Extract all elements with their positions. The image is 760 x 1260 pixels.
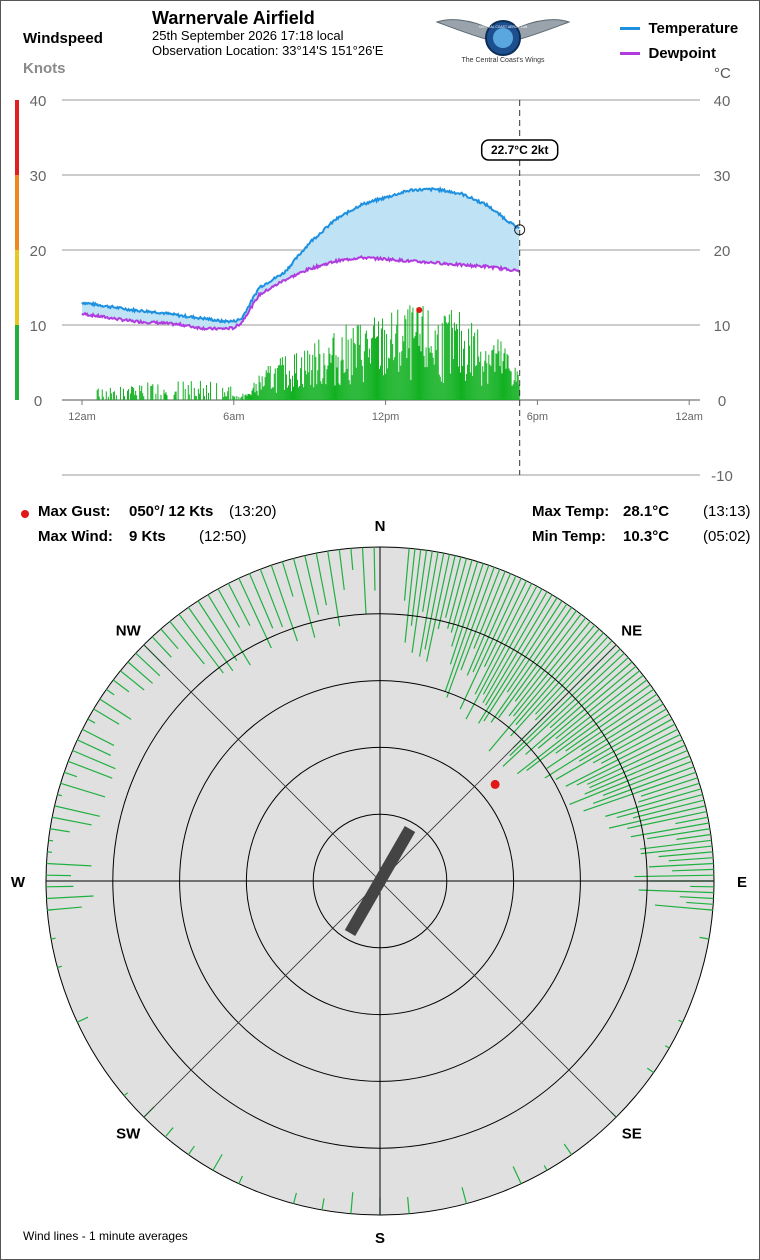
max-wind-value: 9 Kts [129, 528, 166, 545]
right-wing-icon [512, 19, 571, 41]
left-tick-label-4: 40 [30, 93, 47, 110]
speed-band-0 [15, 325, 19, 400]
right-tick-label-4: 0 [718, 393, 726, 410]
max-gust-marker [416, 307, 423, 313]
footer-note: Wind lines - 1 minute averages [23, 1229, 188, 1243]
left-tick-label-0: 0 [34, 393, 42, 410]
max-gust-value: 050°/ 12 Kts [129, 503, 214, 520]
cardinal-label-n: N [375, 518, 386, 535]
weather-chart: 010203040 403020100-1012am 6am 12pm 6pm 12am … [11, 19, 747, 1247]
wind-line-162 [50, 937, 56, 940]
left-tick-label-3: 30 [30, 168, 47, 185]
min-temp-value: 10.3°C [623, 528, 670, 545]
club-logo: CENTRAL COAST AERO CLUB The Central Coas… [435, 19, 571, 64]
left-tick-label-2: 20 [30, 243, 47, 260]
station-title: Warnervale Airfield [152, 8, 315, 28]
logo-ring-text: CENTRAL COAST AERO CLUB [479, 25, 528, 29]
logo-inner-icon [493, 28, 513, 48]
observation-date: 25th September 2026 17:18 local [152, 28, 344, 43]
left-wing-icon [435, 19, 494, 41]
legend-dewpoint-label: Dewpoint [648, 45, 716, 62]
max-gust-dot-icon [20, 509, 30, 519]
dewpoint-swatch [620, 52, 640, 56]
speed-band-2 [15, 175, 19, 250]
max-temp-label: Max Temp: [532, 503, 610, 520]
windspeed-color-bar [15, 100, 19, 400]
legend-temperature-label: Temperature [648, 20, 739, 37]
x-tick-label-2: 12pm [372, 411, 400, 423]
observation-location: Observation Location: 33°14'S 151°26'E [152, 43, 384, 58]
x-tick-label-4: 12am [675, 411, 703, 423]
max-wind-label: Max Wind: [38, 528, 113, 545]
max-gust-label: Max Gust: [38, 503, 111, 520]
legend-temperature: Temperature [620, 20, 738, 38]
right-tick-label-0: 40 [714, 93, 731, 110]
cardinal-label-w: W [11, 874, 26, 891]
cardinal-label-nw: NW [116, 622, 142, 639]
right-tick-label-5: -10 [711, 468, 733, 485]
speed-band-1 [15, 250, 19, 325]
logo-caption: The Central Coast's Wings [461, 57, 545, 64]
cardinal-label-ne: NE [621, 622, 642, 639]
min-temp-time: (05:02) [703, 528, 751, 545]
x-tick-label-3: 6pm [527, 411, 548, 423]
chart-axis-labels: 0 10 20 30 40 40 30 20 10 0 -10 12am 6am 12pm 6pm 12am [30, 93, 733, 485]
max-temp-time: (13:13) [703, 503, 751, 520]
cardinal-label-s: S [375, 1230, 385, 1247]
left-tick-label-1: 10 [30, 318, 47, 335]
min-temp-label: Min Temp: [532, 528, 606, 545]
speed-band-3 [15, 100, 19, 175]
max-gust-time: (13:20) [229, 503, 277, 520]
right-tick-label-1: 30 [714, 168, 731, 185]
x-tick-label-0: 12am [68, 411, 96, 423]
temperature-unit: °C [714, 65, 731, 82]
cardinal-label-se: SE [622, 1126, 642, 1143]
cardinal-label-sw: SW [116, 1126, 141, 1143]
right-tick-label-2: 20 [714, 243, 731, 260]
right-tick-label-3: 10 [714, 318, 731, 335]
wind-line-97 [48, 839, 54, 842]
gust-direction-marker [490, 779, 500, 789]
legend-dewpoint: Dewpoint [620, 45, 716, 63]
x-tick-label-1: 6am [223, 411, 244, 423]
temperature-swatch [620, 27, 640, 31]
windspeed-unit: Knots [23, 60, 66, 77]
cardinal-label-e: E [737, 874, 747, 891]
temp-dewpoint-fill [82, 188, 520, 330]
max-temp-value: 28.1°C [623, 503, 670, 520]
windspeed-axis-title: Windspeed [23, 30, 103, 47]
wind-line-138 [373, 547, 376, 591]
max-wind-time: (12:50) [199, 528, 247, 545]
current-reading-text: 22.7°C 2kt [491, 143, 549, 157]
